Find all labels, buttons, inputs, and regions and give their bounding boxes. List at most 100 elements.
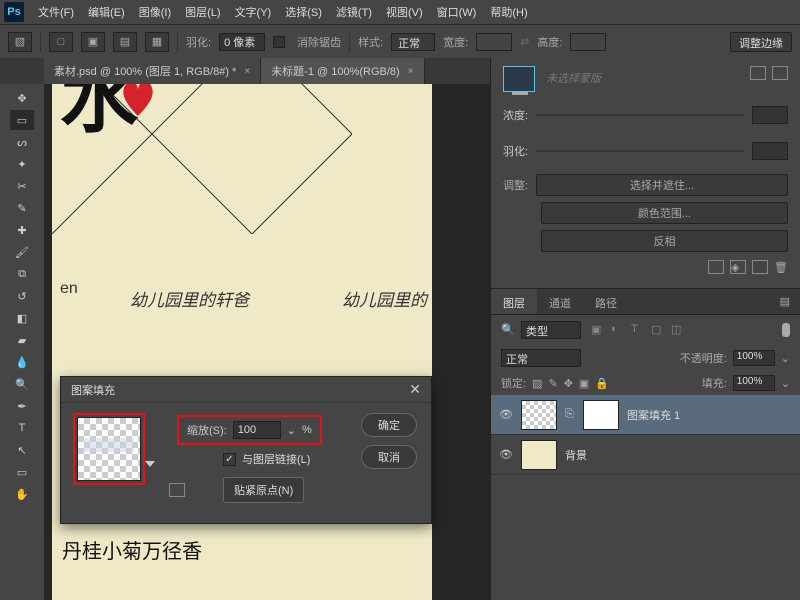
vector-mask-icon[interactable] — [772, 66, 788, 80]
disable-mask-icon[interactable] — [752, 260, 768, 274]
path-tool[interactable]: ↖ — [10, 440, 34, 460]
filter-type-icon[interactable]: T — [631, 323, 647, 337]
lasso-tool[interactable]: ᔕ — [10, 132, 34, 152]
density-value[interactable] — [752, 106, 788, 124]
tab-channels[interactable]: 通道 — [537, 289, 583, 314]
link-checkbox[interactable]: ✓ — [223, 453, 236, 466]
feather-slider[interactable] — [536, 150, 744, 152]
load-sel-icon[interactable] — [708, 260, 724, 274]
hand-tool[interactable]: ✋ — [10, 484, 34, 504]
eyedropper-tool[interactable]: ✎ — [10, 198, 34, 218]
trash-icon[interactable]: 🗑 — [774, 261, 788, 274]
sel-sub-icon[interactable]: ▤ — [113, 32, 137, 52]
sel-add-icon[interactable]: ▣ — [81, 32, 105, 52]
ok-button[interactable]: 确定 — [361, 413, 417, 437]
layer-row[interactable]: 👁 背景 — [491, 435, 800, 475]
wand-tool[interactable]: ✦ — [10, 154, 34, 174]
lock-trans-icon[interactable]: ▨ — [532, 377, 542, 390]
chevron-down-icon[interactable]: ⌄ — [287, 424, 296, 437]
snap-origin-button[interactable]: 贴紧原点(N) — [223, 477, 304, 503]
blend-mode-select[interactable]: 正常 — [501, 349, 581, 367]
shape-tool[interactable]: ▭ — [10, 462, 34, 482]
cancel-button[interactable]: 取消 — [361, 445, 417, 469]
opacity-input[interactable]: 100% — [733, 350, 775, 366]
menu-help[interactable]: 帮助(H) — [484, 1, 533, 23]
marquee-preset-icon[interactable]: ▧ — [8, 32, 32, 52]
invert-button[interactable]: 反相 — [541, 230, 788, 252]
lock-all-icon[interactable]: 🔒 — [595, 377, 609, 390]
density-slider[interactable] — [536, 114, 744, 116]
eraser-tool[interactable]: ◧ — [10, 308, 34, 328]
refine-edge-button[interactable]: 调整边缘 — [730, 32, 792, 52]
move-tool[interactable]: ✥ — [10, 88, 34, 108]
layer-thumb[interactable] — [521, 440, 557, 470]
menu-select[interactable]: 选择(S) — [279, 1, 328, 23]
menu-type[interactable]: 文字(Y) — [229, 1, 278, 23]
antialias-check[interactable] — [273, 36, 285, 48]
lock-paint-icon[interactable]: ✎ — [548, 377, 557, 390]
marquee-tool[interactable]: ▭ — [10, 110, 34, 130]
visibility-icon[interactable]: 👁 — [499, 408, 513, 422]
apply-mask-icon[interactable]: ◈ — [730, 260, 746, 274]
menu-layer[interactable]: 图层(L) — [179, 1, 226, 23]
feather-value[interactable] — [752, 142, 788, 160]
pixel-mask-icon[interactable] — [750, 66, 766, 80]
close-icon[interactable]: ✕ — [409, 381, 421, 398]
chevron-down-icon[interactable]: ⌄ — [781, 377, 790, 390]
close-icon[interactable]: × — [408, 66, 414, 77]
visibility-icon[interactable]: 👁 — [499, 448, 513, 462]
brush-tool[interactable]: 🖌 — [10, 242, 34, 262]
filter-pixel-icon[interactable]: ▣ — [591, 323, 607, 337]
snap-icon[interactable] — [169, 483, 185, 497]
chevron-down-icon[interactable] — [145, 461, 155, 467]
menu-image[interactable]: 图像(I) — [133, 1, 177, 23]
lock-artboard-icon[interactable]: ▣ — [579, 377, 589, 390]
type-tool[interactable]: T — [10, 418, 34, 438]
sel-intersect-icon[interactable]: ▦ — [145, 32, 169, 52]
swap-icon[interactable]: ⇄ — [520, 35, 529, 48]
blur-tool[interactable]: 💧 — [10, 352, 34, 372]
lock-pos-icon[interactable]: ✥ — [564, 377, 573, 390]
doc-tab-0[interactable]: 素材.psd @ 100% (图层 1, RGB/8#) *× — [44, 58, 261, 84]
chevron-down-icon[interactable]: ⌄ — [781, 352, 790, 365]
layer-row[interactable]: 👁 ⎘ 图案填充 1 — [491, 395, 800, 435]
crop-tool[interactable]: ✂ — [10, 176, 34, 196]
filter-kind-select[interactable]: 类型 — [521, 321, 581, 339]
layer-thumb[interactable] — [521, 400, 557, 430]
mask-edge-button[interactable]: 选择并遮住... — [536, 174, 788, 196]
doc-tab-1[interactable]: 未标题-1 @ 100%(RGB/8)× — [261, 58, 424, 84]
filter-smart-icon[interactable]: ◫ — [671, 323, 687, 337]
menu-file[interactable]: 文件(F) — [32, 1, 80, 23]
panel-menu-icon[interactable]: ▤ — [770, 289, 800, 314]
filter-adjust-icon[interactable]: ◐ — [611, 323, 627, 337]
menu-edit[interactable]: 编辑(E) — [82, 1, 131, 23]
filter-toggle[interactable] — [782, 323, 790, 337]
fill-input[interactable]: 100% — [733, 375, 775, 391]
healing-tool[interactable]: ✚ — [10, 220, 34, 240]
menu-window[interactable]: 窗口(W) — [431, 1, 483, 23]
color-range-button[interactable]: 颜色范围... — [541, 202, 788, 224]
search-icon[interactable]: 🔍 — [501, 323, 515, 337]
dialog-titlebar[interactable]: 图案填充 ✕ — [61, 377, 431, 403]
scale-input[interactable] — [233, 421, 281, 439]
layer-name[interactable]: 背景 — [565, 447, 587, 463]
tab-paths[interactable]: 路径 — [583, 289, 629, 314]
pattern-swatch[interactable] — [77, 417, 141, 481]
sel-new-icon[interactable]: □ — [49, 32, 73, 52]
menu-filter[interactable]: 滤镜(T) — [330, 1, 378, 23]
link-icon[interactable]: ⎘ — [565, 408, 575, 421]
history-brush-tool[interactable]: ↺ — [10, 286, 34, 306]
close-icon[interactable]: × — [244, 66, 250, 77]
style-select[interactable]: 正常 — [391, 33, 435, 51]
mask-thumb[interactable] — [583, 400, 619, 430]
feather-row: 羽化: — [503, 138, 788, 164]
tab-layers[interactable]: 图层 — [491, 289, 537, 314]
layer-name[interactable]: 图案填充 1 — [627, 407, 680, 423]
dodge-tool[interactable]: 🔍 — [10, 374, 34, 394]
stamp-tool[interactable]: ⧉ — [10, 264, 34, 284]
feather-input[interactable] — [219, 33, 265, 51]
filter-shape-icon[interactable]: ▢ — [651, 323, 667, 337]
pen-tool[interactable]: ✒ — [10, 396, 34, 416]
menu-view[interactable]: 视图(V) — [380, 1, 429, 23]
gradient-tool[interactable]: ▰ — [10, 330, 34, 350]
